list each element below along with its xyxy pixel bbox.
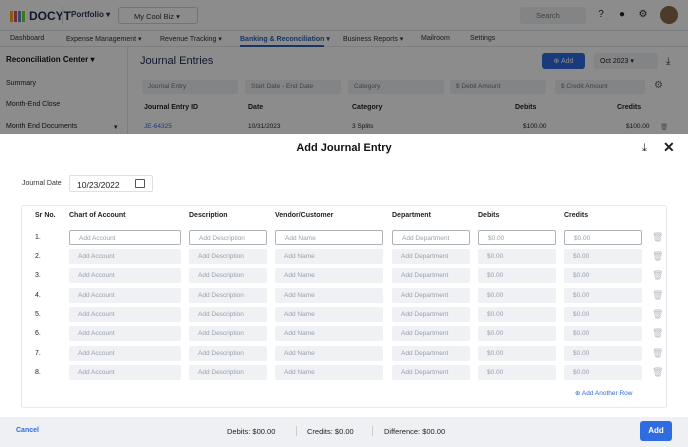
- input-name[interactable]: Add Name: [275, 365, 383, 380]
- input-department[interactable]: Add Department: [392, 288, 470, 303]
- input-department[interactable]: Add Department: [392, 346, 470, 361]
- row-sr-no: 7.: [35, 350, 41, 357]
- trash-icon[interactable]: 🗑: [652, 232, 663, 243]
- input-account[interactable]: Add Account: [69, 268, 181, 283]
- credits-total: Credits: $0.00: [307, 427, 354, 436]
- input-debits[interactable]: $0.00: [478, 346, 556, 361]
- input-department[interactable]: Add Department: [392, 365, 470, 380]
- input-department[interactable]: Add Department: [392, 230, 470, 245]
- input-description[interactable]: Add Description: [189, 268, 267, 283]
- journal-date-label: Journal Date: [22, 180, 62, 187]
- input-debits[interactable]: $0.00: [478, 268, 556, 283]
- row-sr-no: 2.: [35, 253, 41, 260]
- col-sr-no: Sr No.: [35, 212, 56, 219]
- calendar-icon[interactable]: [135, 179, 145, 188]
- trash-icon[interactable]: 🗑: [652, 309, 663, 320]
- col-chart-of-account: Chart of Account: [69, 212, 126, 219]
- input-account[interactable]: Add Account: [69, 346, 181, 361]
- input-account[interactable]: Add Account: [69, 230, 181, 245]
- input-department[interactable]: Add Department: [392, 307, 470, 322]
- modal-overlay[interactable]: [0, 0, 688, 134]
- row-sr-no: 6.: [35, 330, 41, 337]
- input-debits[interactable]: $0.00: [478, 230, 556, 245]
- input-credits[interactable]: $0.00: [564, 346, 642, 361]
- difference-total: Difference: $00.00: [384, 427, 446, 436]
- trash-icon[interactable]: 🗑: [652, 290, 663, 301]
- modal-footer: Cancel Debits: $00.00 Credits: $0.00 Dif…: [0, 417, 688, 447]
- close-icon[interactable]: ✕: [663, 139, 675, 156]
- input-account[interactable]: Add Account: [69, 326, 181, 341]
- col-vendor-customer: Vendor/Customer: [275, 212, 334, 219]
- input-name[interactable]: Add Name: [275, 249, 383, 264]
- input-name[interactable]: Add Name: [275, 230, 383, 245]
- debits-total: Debits: $00.00: [227, 427, 276, 436]
- add-journal-entry-modal: Add Journal Entry ⤓ ✕ Journal Date 10/23…: [0, 134, 688, 447]
- input-account[interactable]: Add Account: [69, 288, 181, 303]
- trash-icon[interactable]: 🗑: [652, 348, 663, 359]
- input-debits[interactable]: $0.00: [478, 307, 556, 322]
- input-description[interactable]: Add Description: [189, 365, 267, 380]
- add-button[interactable]: Add: [640, 421, 672, 441]
- input-department[interactable]: Add Department: [392, 268, 470, 283]
- input-description[interactable]: Add Description: [189, 230, 267, 245]
- input-description[interactable]: Add Description: [189, 288, 267, 303]
- row-sr-no: 4.: [35, 292, 41, 299]
- cancel-button[interactable]: Cancel: [16, 427, 39, 434]
- add-another-row-link[interactable]: ⊕ Add Another Row: [575, 389, 633, 397]
- input-name[interactable]: Add Name: [275, 326, 383, 341]
- input-description[interactable]: Add Description: [189, 249, 267, 264]
- input-credits[interactable]: $0.00: [564, 326, 642, 341]
- divider: [296, 426, 297, 436]
- add-another-row-label: Add Another Row: [581, 390, 633, 397]
- input-credits[interactable]: $0.00: [564, 307, 642, 322]
- divider: [372, 426, 373, 436]
- input-credits[interactable]: $0.00: [564, 268, 642, 283]
- trash-icon[interactable]: 🗑: [652, 251, 663, 262]
- trash-icon[interactable]: 🗑: [652, 270, 663, 281]
- col-debits: Debits: [478, 212, 500, 219]
- input-description[interactable]: Add Description: [189, 326, 267, 341]
- journal-date-input[interactable]: 10/23/2022: [69, 175, 153, 192]
- col-description: Description: [189, 212, 228, 219]
- input-account[interactable]: Add Account: [69, 307, 181, 322]
- input-debits[interactable]: $0.00: [478, 365, 556, 380]
- input-description[interactable]: Add Description: [189, 346, 267, 361]
- row-sr-no: 5.: [35, 311, 41, 318]
- col-department: Department: [392, 212, 431, 219]
- input-description[interactable]: Add Description: [189, 307, 267, 322]
- modal-title: Add Journal Entry: [296, 142, 392, 154]
- journal-lines-table: Sr No. Chart of Account Description Vend…: [21, 205, 667, 408]
- trash-icon[interactable]: 🗑: [652, 328, 663, 339]
- row-sr-no: 3.: [35, 272, 41, 279]
- col-credits: Credits: [564, 212, 589, 219]
- journal-date-value: 10/23/2022: [77, 180, 120, 190]
- input-credits[interactable]: $0.00: [564, 249, 642, 264]
- row-sr-no: 1.: [35, 234, 41, 241]
- input-account[interactable]: Add Account: [69, 365, 181, 380]
- input-name[interactable]: Add Name: [275, 268, 383, 283]
- input-credits[interactable]: $0.00: [564, 365, 642, 380]
- input-name[interactable]: Add Name: [275, 346, 383, 361]
- trash-icon[interactable]: 🗑: [652, 367, 663, 378]
- row-sr-no: 8.: [35, 369, 41, 376]
- input-name[interactable]: Add Name: [275, 307, 383, 322]
- input-department[interactable]: Add Department: [392, 326, 470, 341]
- input-credits[interactable]: $0.00: [564, 288, 642, 303]
- input-debits[interactable]: $0.00: [478, 288, 556, 303]
- input-account[interactable]: Add Account: [69, 249, 181, 264]
- input-department[interactable]: Add Department: [392, 249, 470, 264]
- input-debits[interactable]: $0.00: [478, 249, 556, 264]
- input-credits[interactable]: $0.00: [564, 230, 642, 245]
- download-icon[interactable]: ⤓: [642, 142, 647, 155]
- input-name[interactable]: Add Name: [275, 288, 383, 303]
- input-debits[interactable]: $0.00: [478, 326, 556, 341]
